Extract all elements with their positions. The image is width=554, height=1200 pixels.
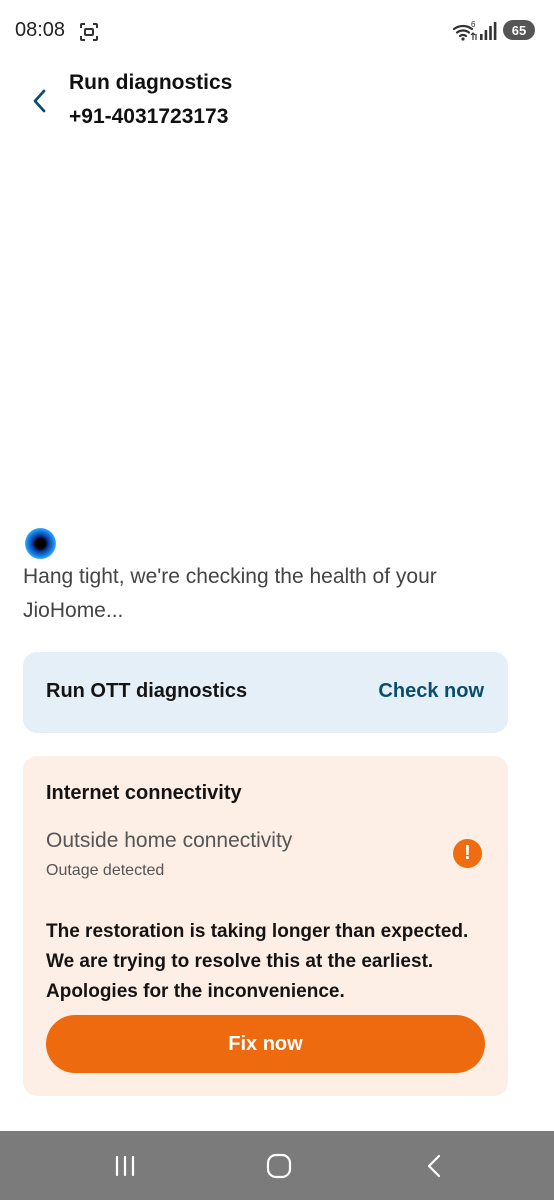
- status-time: 08:08: [15, 19, 66, 41]
- system-nav-bar: [0, 1131, 554, 1200]
- outage-status: Outage detected: [46, 862, 165, 879]
- signal-icon: [480, 22, 497, 40]
- chevron-left-icon: [33, 89, 46, 113]
- screenshot-icon: [80, 23, 98, 41]
- loading-spinner-icon: [25, 528, 56, 559]
- restoration-message: The restoration is taking longer than ex…: [46, 921, 469, 1002]
- ott-diagnostics-card: Run OTT diagnostics Check now: [23, 652, 508, 733]
- app-screen: 08:08 6 65 Run diagnostics +91-403172317…: [0, 0, 554, 1200]
- page-title: Run diagnostics: [69, 71, 233, 94]
- internet-connectivity-title: Internet connectivity: [46, 782, 242, 804]
- wifi-icon: 6: [452, 20, 477, 41]
- fix-now-button[interactable]: Fix now: [46, 1015, 485, 1073]
- battery-icon: 65: [503, 20, 535, 40]
- alert-glyph: !: [464, 842, 471, 864]
- outside-home-connectivity-label: Outside home connectivity: [46, 829, 293, 852]
- exclamation-icon: !: [453, 839, 482, 868]
- svg-text:6: 6: [471, 20, 476, 29]
- status-bar: 08:08 6 65: [0, 0, 554, 62]
- recents-icon[interactable]: [110, 1153, 140, 1179]
- loading-message: Hang tight, we're checking the health of…: [23, 565, 437, 622]
- home-icon[interactable]: [264, 1153, 294, 1179]
- phone-number: +91-4031723173: [69, 105, 229, 128]
- back-icon[interactable]: [420, 1153, 450, 1179]
- fix-now-label: Fix now: [228, 1032, 303, 1055]
- ott-diagnostics-title: Run OTT diagnostics: [46, 680, 248, 702]
- battery-level: 65: [511, 22, 527, 38]
- back-button[interactable]: [22, 82, 58, 120]
- check-now-button[interactable]: Check now: [378, 680, 484, 703]
- internet-connectivity-card: Internet connectivity Outside home conne…: [23, 756, 508, 1096]
